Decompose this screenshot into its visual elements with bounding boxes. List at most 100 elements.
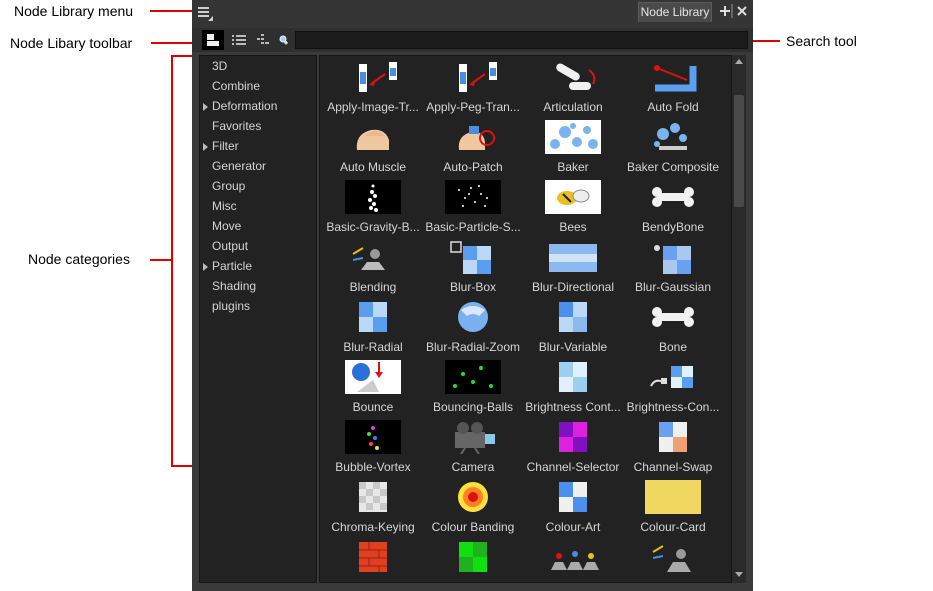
category-item[interactable]: plugins — [212, 299, 250, 313]
node-item[interactable]: Colour-Art — [523, 478, 623, 538]
node-item[interactable]: Blur-Radial — [323, 298, 423, 358]
node-item[interactable]: Channel-Selector — [523, 418, 623, 478]
node-label: Colour-Card — [640, 520, 706, 534]
node-item[interactable]: Brightness-Con... — [623, 358, 723, 418]
node-item[interactable]: Basic-Gravity-B... — [323, 178, 423, 238]
node-item[interactable]: Bone — [623, 298, 723, 358]
node-label: Bone — [658, 340, 688, 354]
node-item[interactable]: Blur-Radial-Zoom — [423, 298, 523, 358]
node-label: Channel-Selector — [526, 460, 620, 474]
node-label: Blending — [349, 280, 397, 294]
basic-gravity-icon — [345, 180, 401, 214]
node-label: Articulation — [543, 100, 603, 114]
node-label: Auto Fold — [647, 100, 699, 114]
node-item[interactable]: Articulation — [523, 58, 623, 118]
node-label: Apply-Image-Tr... — [327, 100, 419, 114]
bendybone-icon — [645, 180, 701, 214]
category-item[interactable]: Particle — [212, 259, 252, 273]
node-item[interactable]: Baker — [523, 118, 623, 178]
auto-patch-icon — [445, 120, 501, 154]
channel-selector-icon — [545, 420, 601, 454]
blur-box-icon — [445, 240, 501, 274]
expand-arrow-icon[interactable] — [203, 103, 208, 111]
node-item[interactable]: Apply-Image-Tr... — [323, 58, 423, 118]
category-item[interactable]: Misc — [212, 199, 237, 213]
category-item[interactable]: 3D — [212, 59, 227, 73]
brightness-control-icon — [645, 360, 701, 394]
node-item[interactable]: Colour-Scale — [423, 538, 523, 582]
node-item[interactable]: Colour Banding — [423, 478, 523, 538]
node-item[interactable]: Camera — [423, 418, 523, 478]
node-item[interactable]: Apply-Peg-Tran... — [423, 58, 523, 118]
category-item[interactable]: Favorites — [212, 119, 261, 133]
node-item[interactable]: Auto-Patch — [423, 118, 523, 178]
auto-fold-icon — [645, 60, 701, 94]
node-item[interactable]: Channel-Swap — [623, 418, 723, 478]
node-item[interactable]: Blur-Directional — [523, 238, 623, 298]
node-item[interactable]: Colour-Override — [323, 538, 423, 582]
thumbnail-view-icon[interactable] — [202, 30, 224, 50]
node-label: Blur-Radial-Zoom — [425, 340, 521, 354]
node-item[interactable]: Bounce — [323, 358, 423, 418]
category-item[interactable]: Move — [212, 219, 241, 233]
node-item[interactable]: Composite — [523, 538, 623, 582]
node-label: BendyBone — [641, 220, 705, 234]
node-item[interactable]: Auto Fold — [623, 58, 723, 118]
search-input[interactable] — [295, 31, 748, 49]
callout-node-library-menu: Node Library menu — [14, 3, 134, 19]
category-item[interactable]: Combine — [212, 79, 260, 93]
node-item[interactable]: Bees — [523, 178, 623, 238]
node-item[interactable]: Baker Composite — [623, 118, 723, 178]
node-item[interactable]: Blur-Box — [423, 238, 523, 298]
blur-variable-icon — [545, 300, 601, 334]
expand-arrow-icon[interactable] — [203, 263, 208, 271]
node-label: Camera — [451, 460, 495, 474]
node-item[interactable]: Bouncing-Balls — [423, 358, 523, 418]
scroll-thumb[interactable] — [734, 95, 744, 207]
node-item[interactable]: Basic-Particle-S... — [423, 178, 523, 238]
tab-node-library[interactable]: Node Library — [638, 2, 712, 22]
brightness-contrast-icon — [545, 360, 601, 394]
apply-peg-transform-icon — [445, 60, 501, 94]
category-item[interactable]: Filter — [212, 139, 239, 153]
callout-bracket-vertical — [171, 55, 173, 467]
separator — [731, 4, 733, 18]
list-view-icon[interactable] — [228, 30, 250, 50]
node-item[interactable]: Bubble-Vortex — [323, 418, 423, 478]
node-label: Brightness Cont... — [525, 400, 621, 414]
scroll-down-arrow-icon[interactable] — [735, 572, 743, 577]
panel-titlebar: Node Library — [192, 0, 753, 28]
colour-scale-icon — [445, 540, 501, 574]
search-icon[interactable] — [275, 30, 293, 50]
node-item[interactable]: Colour-Card — [623, 478, 723, 538]
blur-radial-zoom-icon — [445, 300, 501, 334]
node-item[interactable]: Blending — [323, 238, 423, 298]
category-item[interactable]: Generator — [212, 159, 266, 173]
node-item[interactable]: Chroma-Keying — [323, 478, 423, 538]
expand-arrow-icon[interactable] — [203, 143, 208, 151]
node-item[interactable]: Auto Muscle — [323, 118, 423, 178]
bees-icon — [545, 180, 601, 214]
node-label: Colour-Art — [545, 520, 601, 534]
add-view-icon[interactable] — [718, 4, 732, 18]
category-item[interactable]: Shading — [212, 279, 256, 293]
chroma-keying-icon — [345, 480, 401, 514]
menu-icon[interactable] — [196, 3, 216, 23]
category-item[interactable]: Output — [212, 239, 248, 253]
scroll-up-arrow-icon[interactable] — [735, 59, 743, 64]
baker-composite-icon — [645, 120, 701, 154]
close-icon[interactable] — [735, 4, 749, 18]
node-item[interactable]: Blur-Gaussian — [623, 238, 723, 298]
tree-view-icon[interactable] — [252, 30, 274, 50]
node-item[interactable]: BendyBone — [623, 178, 723, 238]
vertical-scrollbar[interactable] — [732, 55, 746, 583]
blur-gaussian-icon — [645, 240, 701, 274]
node-thumbnail-grid: Apply-Image-Tr... Apply-Peg-Tran... Articu… — [319, 55, 732, 583]
node-item[interactable]: Blur-Variable — [523, 298, 623, 358]
node-label: Basic-Particle-S... — [425, 220, 521, 234]
node-item[interactable]: Composite-Gen... — [623, 538, 723, 582]
category-item[interactable]: Deformation — [212, 99, 277, 113]
composite-icon — [545, 540, 601, 574]
node-item[interactable]: Brightness Cont... — [523, 358, 623, 418]
category-item[interactable]: Group — [212, 179, 245, 193]
